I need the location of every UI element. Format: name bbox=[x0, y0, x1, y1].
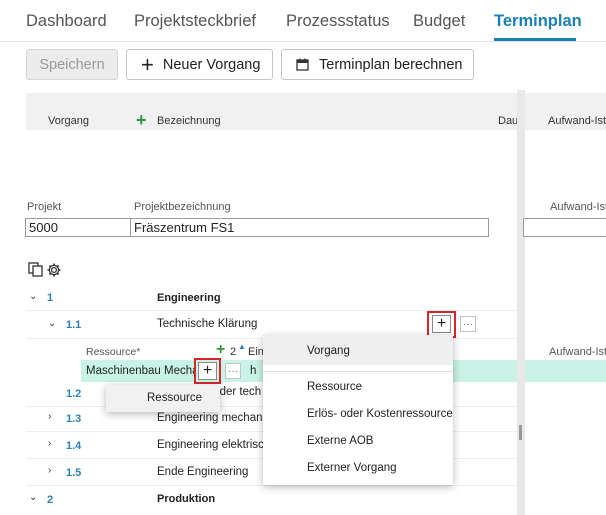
row-name: Engineering elektrisch bbox=[157, 439, 271, 451]
col-header-bezeichnung: Bezeichnung bbox=[157, 115, 221, 127]
chevron-down-icon[interactable]: ⌄ bbox=[48, 318, 56, 329]
gear-icon[interactable] bbox=[46, 262, 62, 281]
col-header-vorgang: Vorgang bbox=[48, 115, 89, 127]
row-number: 2 bbox=[47, 494, 54, 506]
plus-icon: + bbox=[141, 51, 154, 77]
menu-item-vorgang-label: Vorgang bbox=[307, 345, 350, 357]
resource-row-right bbox=[525, 360, 606, 382]
calculate-schedule-label: Terminplan berechnen bbox=[319, 56, 463, 73]
pane-splitter[interactable] bbox=[517, 90, 525, 515]
tab-prozessstatus[interactable]: Prozessstatus bbox=[286, 12, 390, 31]
aufwand-ist-field[interactable] bbox=[523, 218, 606, 237]
plus-icon: + bbox=[202, 362, 213, 379]
projekt-field[interactable]: 5000 bbox=[25, 218, 131, 237]
copy-icon[interactable] bbox=[28, 262, 43, 280]
new-task-label: Neuer Vorgang bbox=[162, 56, 261, 73]
menu-item-ressource-label: Ressource bbox=[147, 392, 202, 404]
menu-item-ressource[interactable]: Ressource bbox=[307, 381, 362, 393]
row-number: 1.1 bbox=[66, 319, 82, 331]
resource-label: Ressource* bbox=[86, 346, 141, 358]
row-number: 1 bbox=[47, 292, 54, 304]
resource-context-menu: Ressource bbox=[106, 385, 220, 412]
chevron-down-icon[interactable]: ⌄ bbox=[29, 291, 37, 302]
add-column-plus-icon[interactable]: + bbox=[136, 110, 147, 131]
resource-count: 2 bbox=[230, 346, 237, 358]
chevron-right-icon[interactable]: › bbox=[48, 411, 51, 422]
save-button[interactable]: Speichern bbox=[26, 49, 118, 80]
row-name: Produktion bbox=[157, 493, 216, 505]
add-context-menu: Vorgang Ressource Erlös- oder Kostenress… bbox=[263, 335, 453, 485]
add-resource-button[interactable]: + bbox=[198, 362, 217, 380]
row-name: Technische Klärung bbox=[157, 318, 258, 330]
more-options-button[interactable]: ··· bbox=[225, 363, 241, 379]
plus-icon: + bbox=[436, 315, 447, 332]
label-projektbezeichnung: Projektbezeichnung bbox=[134, 201, 231, 213]
chevron-down-icon[interactable]: ⌄ bbox=[29, 492, 37, 503]
add-resource-plus-icon[interactable]: + bbox=[216, 341, 225, 359]
tab-budget[interactable]: Budget bbox=[413, 12, 465, 31]
row-name: Engineering bbox=[157, 292, 221, 304]
new-task-button[interactable]: + Neuer Vorgang bbox=[126, 49, 273, 80]
grid-header bbox=[26, 93, 517, 130]
tab-bar: Dashboard Projektsteckbrief Prozessstatu… bbox=[0, 0, 606, 42]
resource-count-suffix: Ein bbox=[248, 346, 264, 358]
row-number: 1.3 bbox=[66, 413, 82, 425]
col-header-dauer: Dau bbox=[498, 115, 519, 127]
menu-item-externe-aob[interactable]: Externe AOB bbox=[307, 435, 373, 447]
active-tab-indicator bbox=[494, 38, 576, 41]
resource-aufwand-label: Aufwand-Ist bbox=[549, 346, 606, 358]
projektbezeichnung-field[interactable]: Fräszentrum FS1 bbox=[130, 218, 489, 237]
calendar-icon bbox=[296, 58, 309, 71]
chevron-right-icon[interactable]: › bbox=[48, 438, 51, 449]
col-header-aufwand-ist: Aufwand-Ist bbox=[548, 115, 606, 127]
menu-divider bbox=[263, 371, 453, 372]
table-row[interactable] bbox=[26, 485, 517, 512]
row-number: 1.5 bbox=[66, 467, 82, 479]
tab-projektsteckbrief[interactable]: Projektsteckbrief bbox=[134, 12, 256, 31]
resource-unit: h bbox=[250, 365, 257, 377]
more-options-button[interactable]: ··· bbox=[460, 316, 476, 332]
menu-item-erloes-kostenressource[interactable]: Erlös- oder Kostenressource bbox=[307, 408, 453, 420]
label-aufwand-ist: Aufwand-Ist bbox=[550, 201, 606, 213]
menu-item-vorgang[interactable] bbox=[263, 335, 453, 365]
row-number: 1.2 bbox=[66, 388, 82, 400]
splitter-handle[interactable] bbox=[519, 425, 522, 440]
menu-item-externer-vorgang[interactable]: Externer Vorgang bbox=[307, 462, 397, 474]
add-row-button[interactable]: + bbox=[432, 315, 451, 333]
table-row[interactable] bbox=[26, 285, 517, 311]
tab-dashboard[interactable]: Dashboard bbox=[26, 12, 107, 31]
tab-terminplan[interactable]: Terminplan bbox=[494, 12, 582, 31]
resource-value[interactable]: Maschinenbau Mechan bbox=[86, 365, 196, 377]
row-name: Ende Engineering bbox=[157, 466, 249, 478]
sort-up-icon[interactable]: ▲ bbox=[238, 342, 246, 351]
chevron-right-icon[interactable]: › bbox=[48, 465, 51, 476]
calculate-schedule-button[interactable]: Terminplan berechnen bbox=[281, 49, 474, 80]
row-name: Engineering mechanis bbox=[157, 412, 271, 424]
label-projekt: Projekt bbox=[27, 201, 62, 213]
row-number: 1.4 bbox=[66, 440, 82, 452]
